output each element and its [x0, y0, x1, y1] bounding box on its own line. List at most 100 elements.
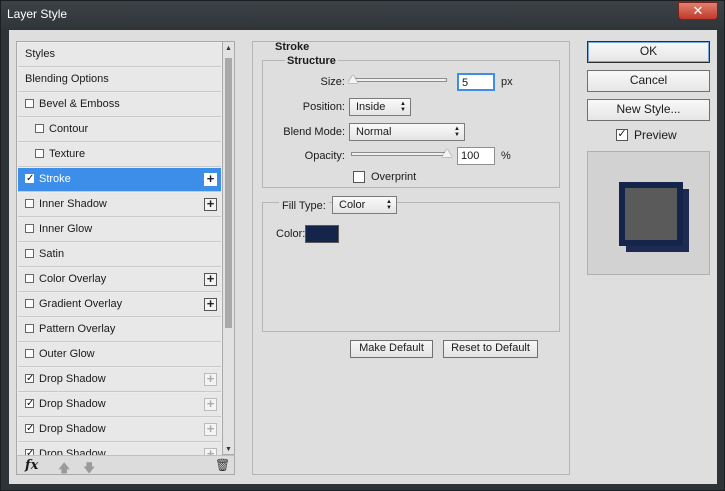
style-checkbox[interactable]: ✓ [25, 374, 34, 384]
preview-checkbox[interactable]: ✓ [616, 129, 628, 141]
overprint-checkbox[interactable] [353, 171, 365, 183]
cancel-button[interactable]: Cancel [587, 70, 710, 92]
style-row-label: Texture [49, 148, 86, 160]
blend-mode-dropdown[interactable]: Normal ▲▼ [349, 123, 465, 141]
style-row-satin[interactable]: Satin [18, 243, 221, 267]
style-checkbox[interactable] [25, 199, 34, 208]
add-effect-icon[interactable]: + [204, 272, 217, 286]
style-row-outer-glow[interactable]: Outer Glow [18, 343, 221, 367]
style-row-label: Contour [49, 123, 89, 135]
style-row-label: Drop Shadow [39, 373, 106, 385]
add-effect-icon[interactable]: + [204, 297, 217, 311]
structure-title: Structure [285, 55, 338, 67]
style-checkbox[interactable]: ✓ [25, 399, 34, 409]
styles-list-footer: fx 🡅 🡇 🗑 [16, 455, 235, 475]
opacity-label: Opacity: [304, 150, 345, 162]
chevron-updown-icon: ▲▼ [386, 199, 392, 211]
stroke-color-swatch[interactable] [305, 225, 339, 243]
style-checkbox[interactable] [25, 274, 34, 283]
title-bar[interactable]: Layer Style ✕ [1, 1, 724, 29]
style-checkbox[interactable] [35, 124, 44, 133]
fill-type-group: Fill Type: Color ▲▼ Color: [262, 196, 560, 332]
move-down-icon[interactable]: 🡇 [83, 459, 95, 480]
style-row-label: Inner Shadow [39, 198, 107, 210]
color-label: Color: [276, 228, 306, 240]
structure-group: Structure Size: 5 px Position: Inside ▲▼… [262, 55, 560, 188]
style-row-drop-shadow[interactable]: ✓ Drop Shadow + [18, 418, 221, 442]
style-row-inner-shadow[interactable]: Inner Shadow + [18, 193, 221, 217]
dialog-body: Styles Blending Options Bevel & Emboss Cont… [9, 30, 717, 484]
scrollbar-thumb[interactable] [225, 58, 232, 328]
style-row-drop-shadow[interactable]: ✓ Drop Shadow + [18, 393, 221, 417]
size-slider-thumb[interactable] [347, 75, 358, 83]
style-row-gradient-overlay[interactable]: Gradient Overlay + [18, 293, 221, 317]
style-row-label: Pattern Overlay [39, 323, 116, 335]
styles-list-scrollbar[interactable]: ▲ ▼ [223, 41, 235, 455]
style-checkbox[interactable] [25, 99, 34, 108]
blend-mode-value: Normal [356, 126, 392, 138]
style-row-styles[interactable]: Styles [18, 43, 221, 67]
style-row-label: Drop Shadow [39, 423, 106, 435]
add-effect-icon[interactable]: + [204, 397, 217, 411]
ok-button[interactable]: OK [587, 41, 710, 63]
style-row-label: Stroke [39, 173, 71, 185]
style-checkbox[interactable] [35, 149, 44, 158]
opacity-slider-thumb[interactable] [442, 149, 452, 157]
size-slider[interactable] [351, 78, 447, 82]
style-row-pattern-overlay[interactable]: Pattern Overlay [18, 318, 221, 342]
style-row-texture[interactable]: Texture [18, 143, 221, 167]
style-checkbox[interactable] [25, 249, 34, 258]
move-up-icon[interactable]: 🡅 [58, 459, 70, 480]
window-title: Layer Style [7, 7, 68, 21]
style-row-contour[interactable]: Contour [18, 118, 221, 142]
scroll-down-icon[interactable]: ▼ [225, 446, 232, 453]
style-row-drop-shadow[interactable]: ✓ Drop Shadow + [18, 368, 221, 392]
blend-mode-label: Blend Mode: [283, 126, 345, 138]
opacity-input[interactable]: 100 [457, 147, 495, 165]
opacity-slider[interactable] [351, 152, 447, 156]
styles-list: Styles Blending Options Bevel & Emboss Cont… [16, 41, 223, 475]
style-row-color-overlay[interactable]: Color Overlay + [18, 268, 221, 292]
style-row-inner-glow[interactable]: Inner Glow [18, 218, 221, 242]
trash-icon[interactable]: 🗑 [215, 458, 230, 472]
style-checkbox[interactable] [25, 324, 34, 333]
style-row-label: Satin [39, 248, 65, 260]
add-effect-icon[interactable]: + [204, 422, 217, 436]
position-label: Position: [302, 101, 345, 113]
fx-icon[interactable]: fx [25, 458, 38, 473]
style-row-label: Styles [25, 48, 55, 60]
layer-style-window: Layer Style ✕ Styles Blending Options Beve… [0, 0, 725, 491]
position-dropdown[interactable]: Inside ▲▼ [349, 98, 411, 116]
fill-type-label: Fill Type: [279, 200, 329, 212]
preview-stroke [619, 182, 683, 246]
reset-to-default-button[interactable]: Reset to Default [443, 340, 538, 358]
size-input[interactable]: 5 [457, 73, 495, 91]
preview-fill [625, 188, 677, 240]
style-row-label: Drop Shadow [39, 398, 106, 410]
style-row-label: Outer Glow [39, 348, 95, 360]
style-row-bevel-emboss[interactable]: Bevel & Emboss [18, 93, 221, 117]
make-default-button[interactable]: Make Default [350, 340, 433, 358]
close-button[interactable]: ✕ [678, 2, 718, 20]
style-checkbox[interactable] [25, 349, 34, 358]
add-effect-icon[interactable]: + [204, 172, 217, 186]
overprint-label: Overprint [371, 171, 417, 183]
style-checkbox[interactable]: ✓ [25, 174, 34, 184]
style-row-stroke[interactable]: ✓ Stroke + [18, 168, 221, 192]
fill-type-dropdown[interactable]: Color ▲▼ [332, 196, 397, 214]
add-effect-icon[interactable]: + [204, 197, 217, 211]
chevron-updown-icon: ▲▼ [400, 101, 406, 113]
position-value: Inside [356, 101, 386, 113]
preview-label: Preview [634, 128, 677, 142]
style-row-blending-options[interactable]: Blending Options [18, 68, 221, 92]
style-checkbox[interactable] [25, 299, 34, 308]
scroll-up-icon[interactable]: ▲ [225, 45, 232, 52]
style-row-label: Gradient Overlay [39, 298, 123, 310]
style-checkbox[interactable] [25, 224, 34, 233]
size-label: Size: [320, 76, 345, 88]
style-row-label: Blending Options [25, 73, 109, 85]
add-effect-icon[interactable]: + [204, 372, 217, 386]
style-row-label: Color Overlay [39, 273, 107, 285]
new-style-button[interactable]: New Style... [587, 99, 710, 121]
style-checkbox[interactable]: ✓ [25, 424, 34, 434]
